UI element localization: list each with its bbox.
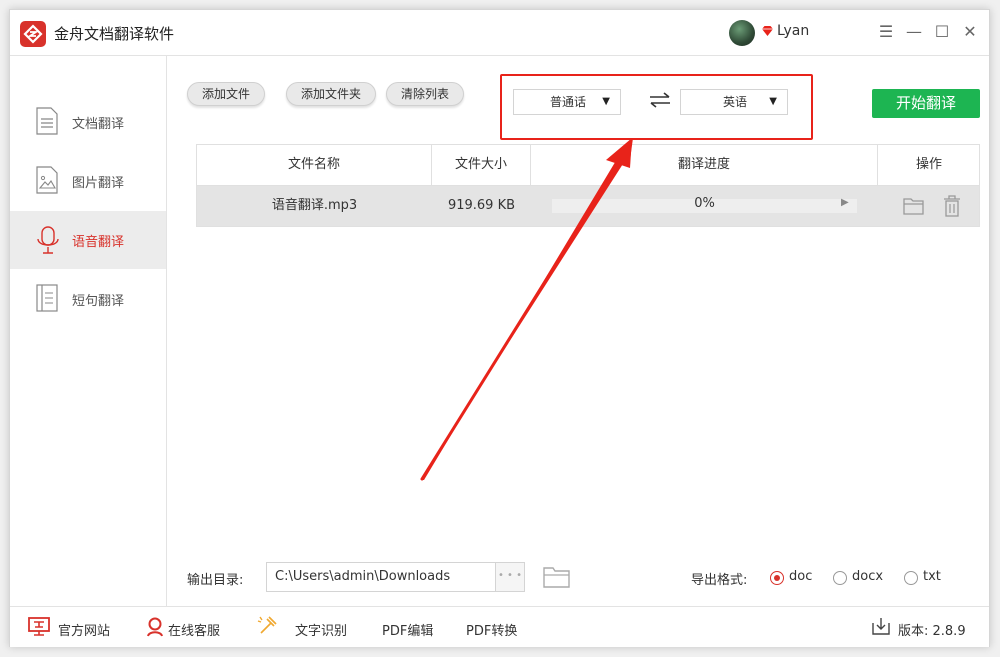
username[interactable]: Lyan [777, 23, 809, 39]
format-label-txt: txt [923, 569, 941, 584]
header-file-name: 文件名称 [197, 145, 432, 185]
download-icon[interactable] [872, 617, 890, 639]
table-header: 文件名称 文件大小 翻译进度 操作 [197, 145, 979, 186]
open-folder-icon[interactable] [903, 196, 925, 220]
output-folder-icon[interactable] [543, 565, 571, 593]
output-path-input[interactable]: C:\Users\admin\Downloads [266, 562, 496, 592]
sidebar-item-image[interactable]: 图片翻译 [10, 152, 166, 210]
output-dir-label: 输出目录: [187, 573, 244, 588]
support-person-icon [146, 617, 164, 641]
minimize-icon[interactable]: — [904, 22, 924, 42]
ocr-link[interactable]: 文字识别 [295, 620, 347, 639]
pdf-convert-link[interactable]: PDF转换 [466, 620, 517, 639]
sidebar: 文档翻译 图片翻译 语音翻译 短句翻译 [10, 56, 167, 606]
image-icon [36, 166, 58, 198]
microphone-icon [36, 225, 60, 259]
file-size-cell: 919.69 KB [447, 198, 516, 213]
delete-trash-icon[interactable] [943, 195, 961, 221]
close-icon[interactable]: ✕ [960, 22, 980, 42]
play-icon[interactable]: ▶ [841, 197, 849, 208]
sidebar-item-label: 语音翻译 [72, 235, 125, 250]
notebook-icon [36, 284, 58, 316]
annotation-highlight-box [500, 74, 813, 140]
add-folder-button[interactable]: 添加文件夹 [286, 82, 377, 106]
add-file-button[interactable]: 添加文件 [187, 82, 266, 106]
header-progress: 翻译进度 [531, 145, 878, 185]
ocr-light-icon [256, 615, 278, 641]
header-file-size: 文件大小 [432, 145, 531, 185]
export-format-label: 导出格式: [691, 573, 748, 588]
sidebar-item-label: 图片翻译 [72, 176, 125, 191]
avatar[interactable] [729, 20, 755, 46]
website-link[interactable]: 官方网站 [58, 620, 110, 639]
header-actions: 操作 [915, 157, 942, 172]
status-bar: 官方网站 在线客服 文字识别 PDF编辑 PDF转换 版本: 2.8.9 [10, 606, 989, 647]
website-monitor-icon [28, 617, 50, 641]
progress-text: 0% [694, 196, 715, 211]
sidebar-item-label: 文档翻译 [72, 117, 125, 132]
sidebar-item-document[interactable]: 文档翻译 [10, 93, 166, 151]
file-table: 文件名称 文件大小 翻译进度 操作 语音翻译.mp3 919.69 KB 0% … [196, 144, 980, 227]
browse-dots-button[interactable]: • • • [495, 562, 525, 592]
vip-diamond-icon [761, 25, 774, 41]
sidebar-item-label: 短句翻译 [72, 294, 125, 309]
format-label-docx: docx [852, 569, 884, 584]
app-window: 金舟文档翻译软件 Lyan ☰ — ☐ ✕ 文档翻译 图片翻译 语音翻译 短句翻… [9, 9, 990, 647]
file-name-cell: 语音翻译.mp3 [271, 198, 358, 213]
clear-list-button[interactable]: 清除列表 [386, 82, 465, 106]
maximize-icon[interactable]: ☐ [932, 22, 952, 42]
support-link[interactable]: 在线客服 [168, 620, 220, 639]
format-radio-docx[interactable] [833, 571, 847, 585]
format-radio-doc[interactable] [770, 571, 784, 585]
sidebar-item-sentence[interactable]: 短句翻译 [10, 270, 166, 328]
app-logo-icon [20, 21, 46, 47]
app-title: 金舟文档翻译软件 [54, 25, 175, 43]
document-icon [36, 107, 58, 139]
table-row[interactable]: 语音翻译.mp3 919.69 KB 0% ▶ [197, 186, 979, 226]
title-bar: 金舟文档翻译软件 Lyan ☰ — ☐ ✕ [10, 10, 989, 56]
format-radio-txt[interactable] [904, 571, 918, 585]
sidebar-item-voice[interactable]: 语音翻译 [10, 211, 166, 269]
format-label-doc: doc [789, 569, 813, 584]
start-translation-button[interactable]: 开始翻译 [872, 89, 980, 118]
pdf-edit-link[interactable]: PDF编辑 [382, 620, 433, 639]
menu-icon[interactable]: ☰ [876, 22, 896, 42]
version-label: 版本: 2.8.9 [898, 624, 966, 639]
